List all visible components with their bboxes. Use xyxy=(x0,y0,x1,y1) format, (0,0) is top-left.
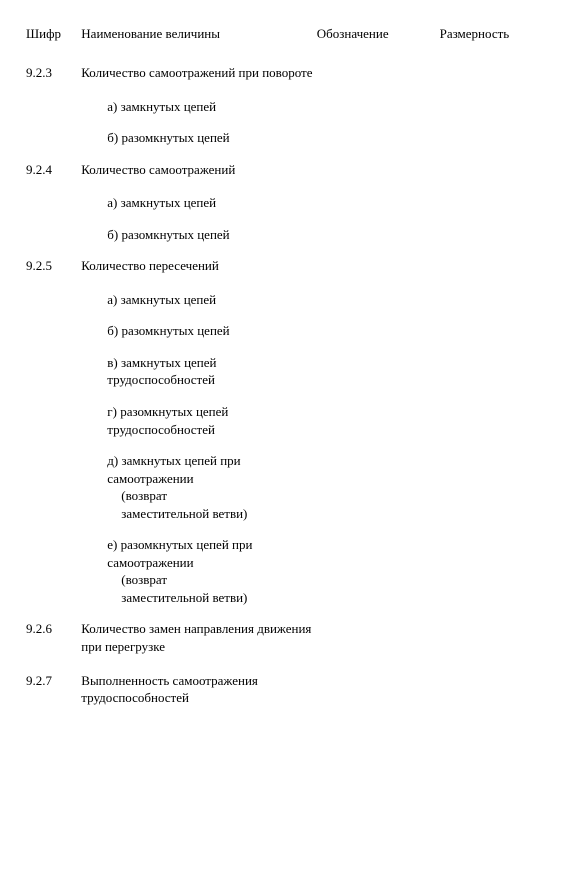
row-subitem: е) разомкнутых цепей при самоотражении(в… xyxy=(81,534,316,618)
row-number: 9.2.7 xyxy=(26,670,81,721)
row-title: Количество самоотражений xyxy=(81,159,316,193)
row-number: 9.2.6 xyxy=(26,618,81,669)
row-subitem: б) разомкнутых цепей xyxy=(81,224,316,256)
row-subitem: в) замкнутых цепей трудоспособностей xyxy=(81,352,316,401)
table-row: е) разомкнутых цепей при самоотражении(в… xyxy=(26,534,542,618)
table-row: 9.2.5Количество пересечений xyxy=(26,255,542,289)
table-row: а) замкнутых цепей xyxy=(26,289,542,321)
row-subitem: а) замкнутых цепей xyxy=(81,96,316,128)
row-subitem: б) разомкнутых цепей xyxy=(81,320,316,352)
row-subitem-extra: (возврат xyxy=(107,487,312,505)
table-row: 9.2.3Количество самоотражений при поворо… xyxy=(26,62,542,96)
row-title: Количество пересечений xyxy=(81,255,316,289)
row-number: 9.2.3 xyxy=(26,62,81,96)
row-subitem-extra: (возврат xyxy=(107,571,312,589)
table-row: д) замкнутых цепей при самоотражении(воз… xyxy=(26,450,542,534)
row-subitem-extra: заместительной ветви) xyxy=(107,505,312,523)
row-subitem-extra: заместительной ветви) xyxy=(107,589,312,607)
col-header-symbol: Обозначение xyxy=(317,26,440,62)
row-title: Выполненность самоотражения трудоспособн… xyxy=(81,670,316,721)
row-subitem: г) разомкнутых цепей трудоспособностей xyxy=(81,401,316,450)
col-header-name: Наименование величины xyxy=(81,26,316,62)
table-row: а) замкнутых цепей xyxy=(26,96,542,128)
table-row: 9.2.6Количество замен направления движен… xyxy=(26,618,542,669)
table-row: в) замкнутых цепей трудоспособностей xyxy=(26,352,542,401)
row-subitem: б) разомкнутых цепей xyxy=(81,127,316,159)
row-subitem: д) замкнутых цепей при самоотражении(воз… xyxy=(81,450,316,534)
table-row: 9.2.7Выполненность самоотражения трудосп… xyxy=(26,670,542,721)
col-header-dimension: Размерность xyxy=(440,26,542,62)
table-row: б) разомкнутых цепей xyxy=(26,224,542,256)
col-header-code: Шифр xyxy=(26,26,81,62)
row-title: Количество самоотражений при повороте xyxy=(81,62,316,96)
row-title: Количество замен направления движения пр… xyxy=(81,618,316,669)
spec-table: Шифр Наименование величины Обозначение Р… xyxy=(26,26,542,721)
table-row: б) разомкнутых цепей xyxy=(26,320,542,352)
table-row: 9.2.4Количество самоотражений xyxy=(26,159,542,193)
row-subitem: а) замкнутых цепей xyxy=(81,289,316,321)
row-number: 9.2.4 xyxy=(26,159,81,193)
row-number: 9.2.5 xyxy=(26,255,81,289)
table-row: а) замкнутых цепей xyxy=(26,192,542,224)
row-subitem: а) замкнутых цепей xyxy=(81,192,316,224)
table-row: г) разомкнутых цепей трудоспособностей xyxy=(26,401,542,450)
table-row: б) разомкнутых цепей xyxy=(26,127,542,159)
